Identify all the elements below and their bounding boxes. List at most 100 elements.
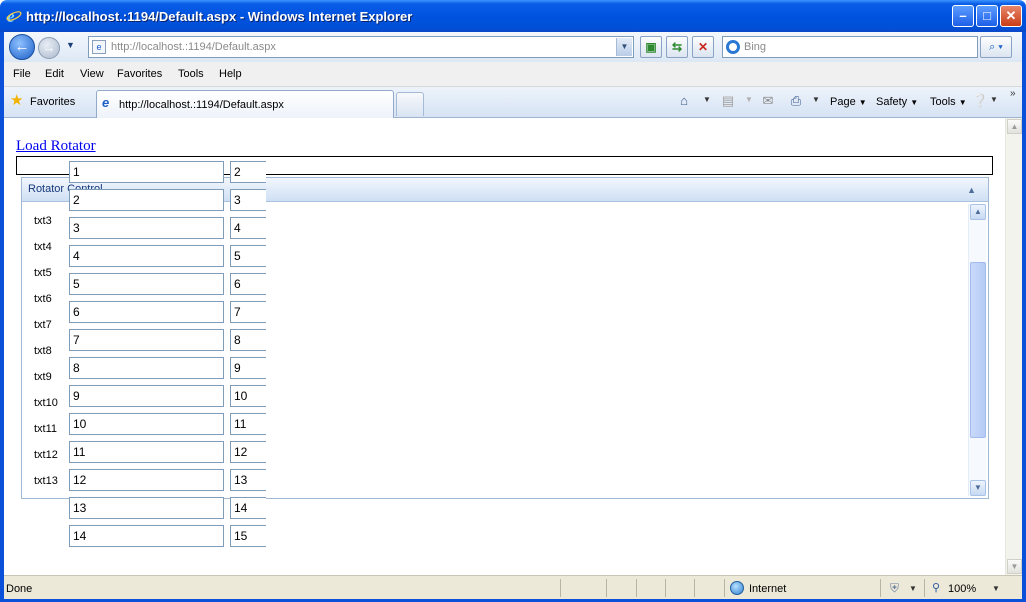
rotator-textbox-right[interactable]: 3 — [230, 189, 266, 211]
rotator-textbox-right[interactable]: 15 — [230, 525, 266, 547]
new-tab-button[interactable] — [396, 92, 424, 116]
row-label: txt3 — [34, 215, 52, 227]
rotator-textbox-left[interactable]: 11 — [69, 441, 224, 463]
menu-view[interactable]: View — [80, 68, 104, 80]
status-separator — [560, 579, 561, 597]
maximize-button[interactable]: □ — [976, 5, 998, 27]
refresh-button[interactable]: ⇆ — [666, 36, 688, 58]
search-input[interactable]: Bing — [744, 41, 766, 53]
status-text: Done — [6, 583, 33, 595]
rotator-textbox-right[interactable]: 7 — [230, 301, 266, 323]
feeds-icon[interactable]: ▤ — [720, 93, 736, 109]
rotator-textbox-left[interactable]: 10 — [69, 413, 224, 435]
search-box[interactable]: Bing — [722, 36, 978, 58]
print-dropdown-icon[interactable]: ▼ — [812, 95, 820, 104]
menu-tools[interactable]: Tools — [178, 68, 204, 80]
scroll-down-arrow-icon[interactable]: ▼ — [970, 480, 986, 496]
menu-help[interactable]: Help — [219, 68, 242, 80]
favorites-button[interactable]: Favorites — [30, 96, 75, 108]
collapse-arrow-icon[interactable]: ▲ — [967, 185, 976, 195]
rotator-textbox-right[interactable]: 2 — [230, 161, 266, 183]
protected-mode-icon[interactable]: ⛨ — [890, 581, 904, 595]
tab-default-aspx[interactable]: e http://localhost.:1194/Default.aspx — [96, 90, 394, 118]
status-bar: Done Internet ⛨ ▼ ⚲ 100% ▼ — [4, 575, 1022, 599]
rotator-textbox-left[interactable]: 13 — [69, 497, 224, 519]
rotator-textbox-right[interactable]: 10 — [230, 385, 266, 407]
rotator-textbox-left[interactable]: 9 — [69, 385, 224, 407]
row-label: txt13 — [34, 475, 58, 487]
close-button[interactable]: ✕ — [1000, 5, 1022, 27]
back-button[interactable]: ← — [9, 34, 35, 60]
internet-zone-globe-icon — [730, 581, 744, 595]
zoom-dropdown-icon[interactable]: ▼ — [992, 584, 1000, 593]
favorites-star-icon[interactable]: ★ — [10, 93, 23, 108]
status-separator — [724, 579, 725, 597]
home-icon[interactable]: ⌂ — [676, 93, 692, 109]
print-icon[interactable]: ⎙ — [788, 93, 804, 109]
favorites-tab-bar: ★ Favorites e http://localhost.:1194/Def… — [4, 87, 1022, 118]
rotator-textbox-left[interactable]: 8 — [69, 357, 224, 379]
rotator-textbox-left[interactable]: 5 — [69, 273, 224, 295]
rotator-textbox-left[interactable]: 1 — [69, 161, 224, 183]
minimize-button[interactable]: – — [952, 5, 974, 27]
tools-menu-label: Tools — [930, 96, 956, 108]
menu-file[interactable]: File — [13, 68, 31, 80]
toolbar-chevron-icon[interactable]: » — [1010, 88, 1016, 99]
menu-edit[interactable]: Edit — [45, 68, 64, 80]
rotator-textbox-right[interactable]: 13 — [230, 469, 266, 491]
protected-mode-dropdown-icon[interactable]: ▼ — [909, 584, 917, 593]
rotator-textbox-right[interactable]: 12 — [230, 441, 266, 463]
rotator-textbox-left[interactable]: 6 — [69, 301, 224, 323]
rotator-textbox-right[interactable]: 8 — [230, 329, 266, 351]
row-label: txt5 — [34, 267, 52, 279]
zoom-icon[interactable]: ⚲ — [932, 581, 940, 594]
rotator-textbox-right[interactable]: 9 — [230, 357, 266, 379]
row-label: txt9 — [34, 371, 52, 383]
page-scroll-down-icon[interactable]: ▼ — [1007, 559, 1022, 574]
rotator-textbox-right[interactable]: 11 — [230, 413, 266, 435]
row-label: txt6 — [34, 293, 52, 305]
rotator-textbox-left[interactable]: 4 — [69, 245, 224, 267]
row-label: txt12 — [34, 449, 58, 461]
rotator-textbox-left[interactable]: 7 — [69, 329, 224, 351]
tools-menu-button[interactable]: Tools ▼ — [930, 96, 967, 108]
rotator-textbox-left[interactable]: 12 — [69, 469, 224, 491]
forward-button[interactable]: → — [38, 37, 60, 59]
rotator-textbox-right[interactable]: 4 — [230, 217, 266, 239]
rotator-textbox-left[interactable]: 3 — [69, 217, 224, 239]
scroll-up-arrow-icon[interactable]: ▲ — [970, 204, 986, 220]
help-icon[interactable]: ❔ — [972, 93, 988, 109]
help-dropdown-icon[interactable]: ▼ — [990, 95, 998, 104]
address-bar[interactable]: e http://localhost.:1194/Default.aspx ▼ — [88, 36, 634, 58]
page-scrollbar[interactable]: ▲ ▼ — [1005, 118, 1022, 575]
window-title-bar[interactable]: e http://localhost.:1194/Default.aspx - … — [0, 0, 1026, 32]
menu-favorites[interactable]: Favorites — [117, 68, 162, 80]
page-menu-button[interactable]: Page ▼ — [830, 96, 867, 108]
tab-label: http://localhost.:1194/Default.aspx — [119, 99, 284, 111]
safety-menu-button[interactable]: Safety ▼ — [876, 96, 918, 108]
compatibility-view-button[interactable]: ▣ — [640, 36, 662, 58]
rotator-textbox-left[interactable]: 2 — [69, 189, 224, 211]
recent-pages-dropdown-icon[interactable]: ▼ — [66, 40, 75, 50]
zoom-level[interactable]: 100% — [948, 583, 976, 595]
rotator-textbox-right[interactable]: 14 — [230, 497, 266, 519]
window-title: http://localhost.:1194/Default.aspx - Wi… — [26, 9, 413, 24]
rotator-textbox-left[interactable]: 14 — [69, 525, 224, 547]
row-label: txt8 — [34, 345, 52, 357]
home-dropdown-icon[interactable]: ▼ — [703, 95, 711, 104]
address-dropdown-icon[interactable]: ▼ — [616, 38, 632, 56]
mail-icon[interactable]: ✉ — [760, 93, 776, 109]
scroll-thumb[interactable] — [970, 262, 986, 438]
address-input[interactable]: http://localhost.:1194/Default.aspx — [111, 41, 276, 53]
panel-scrollbar[interactable]: ▲ ▼ — [968, 204, 986, 496]
rotator-textbox-right[interactable]: 6 — [230, 273, 266, 295]
rotator-textbox-right[interactable]: 5 — [230, 245, 266, 267]
stop-button[interactable]: ✕ — [692, 36, 714, 58]
navigation-bar: ← → ▼ e http://localhost.:1194/Default.a… — [4, 32, 1022, 62]
load-rotator-link[interactable]: Load Rotator — [16, 138, 96, 155]
feeds-dropdown-icon[interactable]: ▼ — [745, 95, 753, 104]
search-button[interactable]: ⌕ ▾ — [980, 36, 1012, 58]
row-label: txt4 — [34, 241, 52, 253]
security-zone-label: Internet — [749, 583, 787, 595]
page-scroll-up-icon[interactable]: ▲ — [1007, 119, 1022, 134]
